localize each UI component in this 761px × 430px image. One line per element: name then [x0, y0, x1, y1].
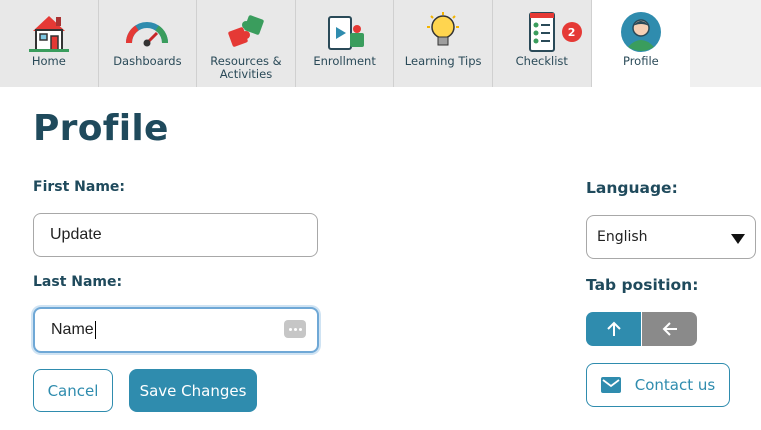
first-name-label: First Name:	[33, 179, 126, 195]
checklist-icon	[520, 11, 564, 53]
language-label: Language:	[586, 179, 678, 197]
tab-checklist[interactable]: Checklist 2	[493, 0, 592, 87]
tab-bar: Home Dashboards Resources & Activities E…	[0, 0, 761, 87]
tab-label: Dashboards	[113, 54, 182, 68]
tab-position-left-button[interactable]	[642, 312, 697, 346]
dropdown-arrow-icon	[731, 234, 745, 244]
left-arrow-icon	[662, 322, 677, 336]
home-icon	[27, 11, 71, 53]
gauge-icon	[125, 11, 169, 53]
devices-icon	[323, 11, 367, 53]
language-select[interactable]: English	[586, 215, 756, 259]
contact-us-button[interactable]: Contact us	[586, 363, 730, 407]
text-cursor	[94, 321, 96, 339]
profile-avatar-icon	[619, 11, 663, 53]
last-name-field[interactable]: Name	[33, 307, 319, 353]
first-name-value: Update	[50, 226, 102, 243]
last-name-value: Name	[51, 321, 94, 338]
tab-dashboards[interactable]: Dashboards	[99, 0, 198, 87]
tab-bar-filler	[690, 0, 761, 87]
tab-home[interactable]: Home	[0, 0, 99, 87]
up-arrow-icon	[606, 321, 621, 336]
save-changes-button[interactable]: Save Changes	[129, 369, 257, 412]
language-value: English	[597, 229, 648, 245]
tab-learning-tips[interactable]: Learning Tips	[394, 0, 493, 87]
tab-label: Enrollment	[313, 54, 376, 68]
last-name-label: Last Name:	[33, 274, 123, 290]
page-title: Profile	[33, 108, 169, 149]
tab-label: Profile	[622, 54, 659, 68]
tab-position-top-button[interactable]	[586, 312, 641, 346]
tab-position-label: Tab position:	[586, 276, 699, 294]
tab-enrollment[interactable]: Enrollment	[296, 0, 395, 87]
notification-badge: 2	[561, 22, 582, 42]
cancel-button[interactable]: Cancel	[33, 369, 113, 412]
puzzle-icon	[224, 11, 268, 53]
tab-label: Resources & Activities	[210, 54, 282, 81]
tab-profile[interactable]: Profile	[591, 0, 691, 87]
contact-us-label: Contact us	[634, 376, 716, 394]
first-name-field[interactable]: Update	[33, 213, 318, 257]
mail-icon	[600, 377, 621, 393]
autofill-dots-icon[interactable]	[284, 320, 306, 338]
tab-label: Home	[31, 54, 66, 68]
tab-resources-activities[interactable]: Resources & Activities	[197, 0, 296, 87]
lightbulb-icon	[421, 11, 465, 53]
tab-label: Checklist	[515, 54, 568, 68]
tab-label: Learning Tips	[404, 54, 482, 68]
